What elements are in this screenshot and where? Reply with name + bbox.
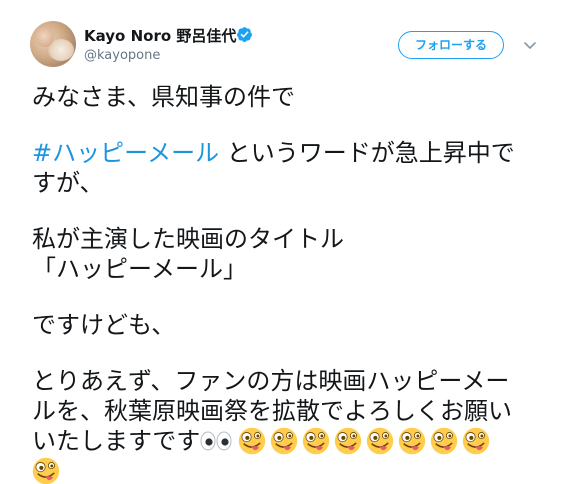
eyes-emoji [200, 431, 232, 451]
tweet-line-with-emoji: いたしますです [32, 426, 552, 456]
verified-badge-icon [237, 27, 252, 42]
zany-face-emoji [32, 457, 60, 484]
zany-face-emoji [239, 427, 266, 455]
tweet-line-text: いたしますです [32, 427, 201, 455]
zany-face-emoji [335, 427, 362, 455]
avatar[interactable] [30, 21, 76, 67]
chevron-down-icon[interactable] [522, 37, 538, 53]
user-handle[interactable]: @kayopone [84, 48, 160, 63]
follow-button[interactable]: フォローする [398, 31, 504, 59]
avatar-face-shape [36, 27, 54, 47]
tweet-line: みなさま、県知事の件で [32, 83, 296, 111]
zany-face-emoji [271, 427, 298, 455]
tweet-line-emoji [32, 456, 552, 484]
tweet-line: #ハッピーメール というワードが急上昇中で [32, 138, 552, 168]
emoji-run [238, 427, 494, 455]
tweet-line-text: というワードが急上昇中で [219, 139, 515, 167]
tweet-line: すが、 [32, 169, 104, 197]
tweet-line: ルを、秋葉原映画祭を拡散でよろしくお願い [32, 397, 512, 425]
tweet-header: Kayo Noro 野呂佳代 @kayopone フォローする [0, 0, 563, 80]
zany-face-emoji [463, 427, 490, 455]
zany-face-emoji [431, 427, 458, 455]
tweet-line: とりあえず、ファンの方は映画ハッピーメー [32, 367, 510, 395]
tweet-line: 「ハッピーメール」 [32, 255, 248, 283]
zany-face-emoji [367, 427, 394, 455]
tweet-text: みなさま、県知事の件で #ハッピーメール というワードが急上昇中で すが、 私が… [32, 82, 552, 484]
tweet-line: 私が主演した映画のタイトル [32, 225, 344, 253]
zany-face-emoji [303, 427, 330, 455]
emoji-run [32, 457, 64, 484]
zany-face-emoji [399, 427, 426, 455]
user-display-name[interactable]: Kayo Noro 野呂佳代 [84, 25, 236, 46]
tweet-line: ですけども、 [32, 311, 176, 339]
hashtag-link[interactable]: #ハッピーメール [32, 139, 219, 167]
